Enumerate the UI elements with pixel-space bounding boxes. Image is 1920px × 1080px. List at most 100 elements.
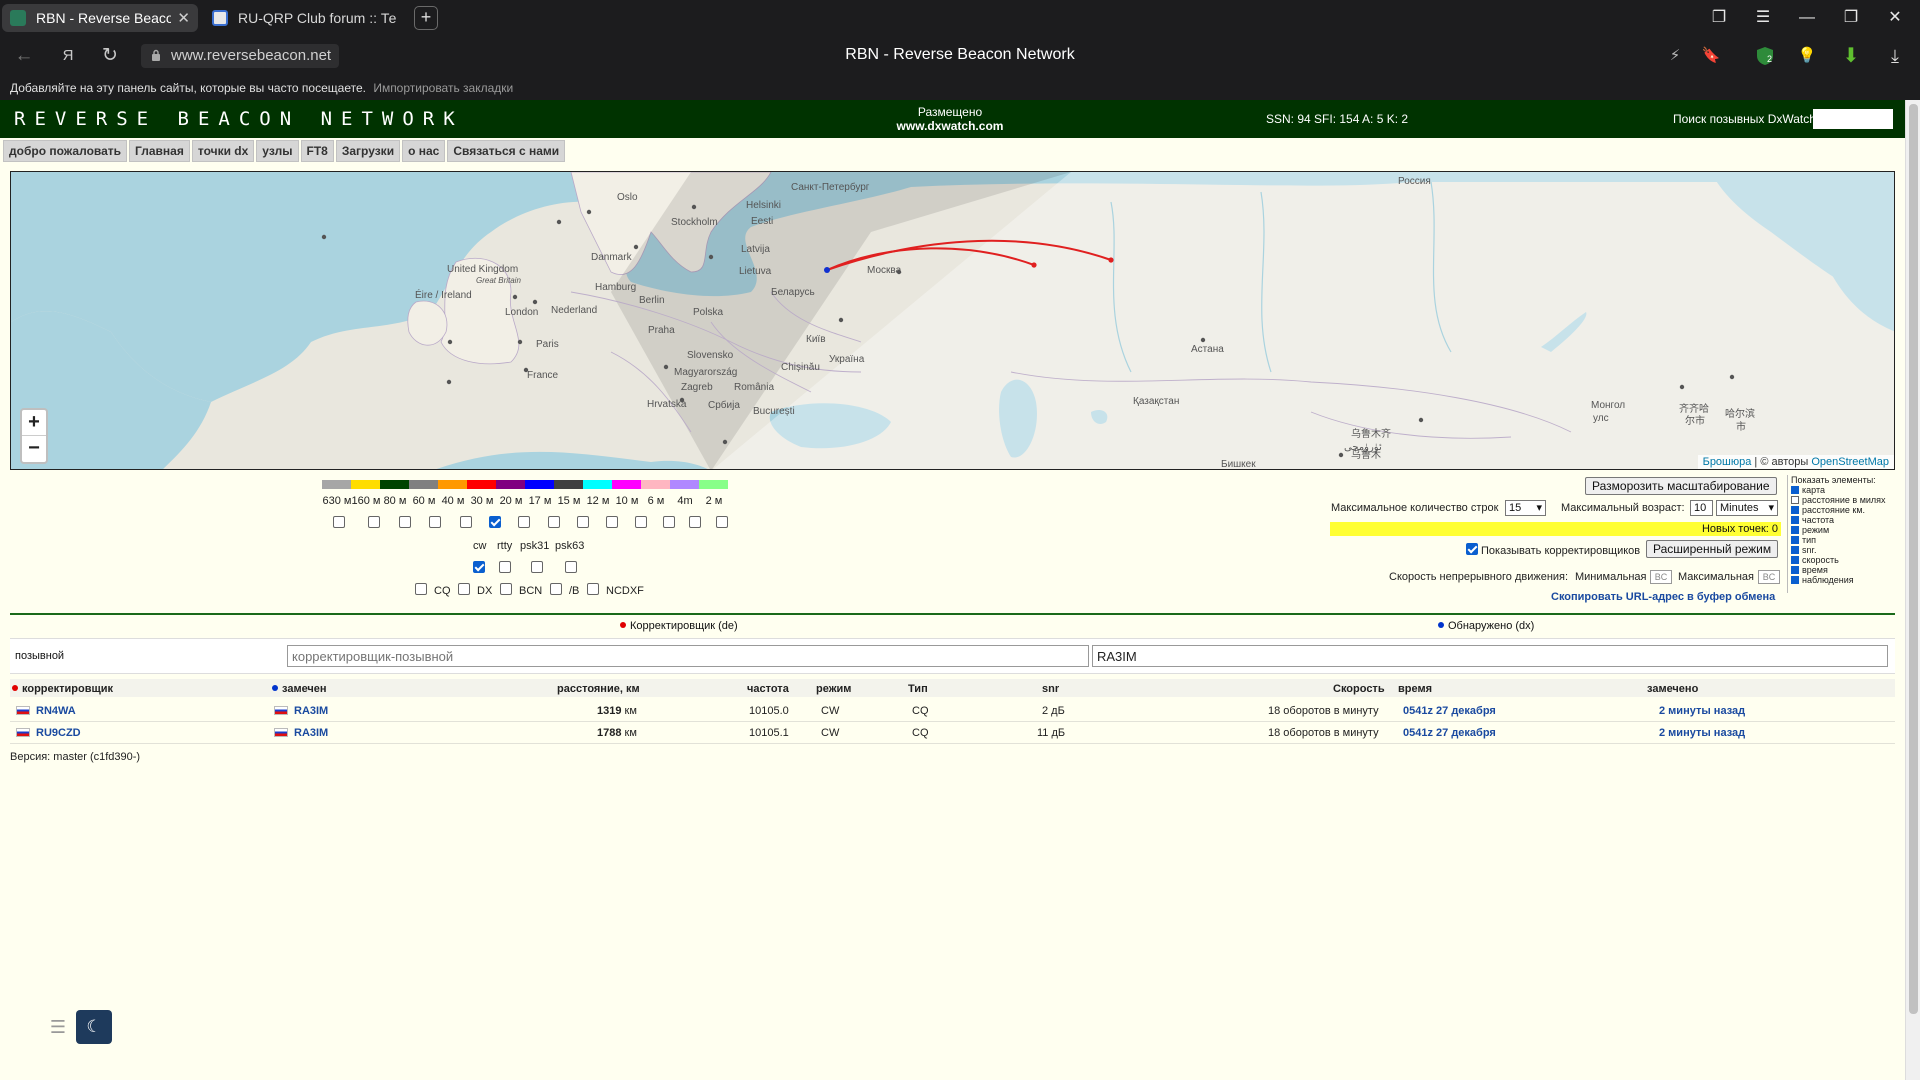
show-element-checkbox[interactable] [1791, 516, 1799, 524]
new-tab-button[interactable]: + [414, 6, 438, 30]
show-correctors-checkbox[interactable] [1466, 543, 1478, 555]
band-checkbox[interactable] [333, 516, 345, 528]
band-checkbox[interactable] [606, 516, 618, 528]
show-element-row[interactable]: время [1791, 565, 1899, 575]
dark-mode-moon-icon[interactable]: ☾ [76, 1010, 112, 1044]
band-checkbox[interactable] [399, 516, 411, 528]
minimize-icon[interactable]: — [1795, 8, 1819, 28]
bookmark-icon[interactable]: 🔖 [1700, 45, 1722, 67]
band-checkbox[interactable] [548, 516, 560, 528]
show-element-row[interactable]: расстояние км. [1791, 505, 1899, 515]
speed-min-input[interactable]: BC [1650, 570, 1672, 584]
leaflet-link[interactable]: Брошюра [1703, 456, 1752, 468]
bookmarks-panel-icon[interactable]: ❐ [1707, 8, 1731, 28]
downloads-icon[interactable]: ⤓ [1884, 45, 1906, 67]
mode-checkbox[interactable] [531, 561, 543, 573]
time-cell[interactable]: 0541z 27 декабря [1403, 727, 1496, 739]
show-element-checkbox[interactable] [1791, 506, 1799, 514]
menu-welcome[interactable]: добро пожаловать [3, 140, 128, 162]
col-time[interactable]: время [1398, 683, 1432, 695]
menu-ft8[interactable]: FT8 [300, 140, 334, 162]
menu-home[interactable]: Главная [129, 140, 190, 162]
show-element-checkbox[interactable] [1791, 556, 1799, 564]
dx-search-input[interactable] [1813, 109, 1893, 129]
type-checkbox[interactable] [587, 583, 599, 595]
show-element-checkbox[interactable] [1791, 496, 1799, 504]
copy-url-link[interactable]: Скопировать URL-адрес в буфер обмена [1551, 591, 1775, 603]
band-checkbox[interactable] [635, 516, 647, 528]
mode-checkbox[interactable] [565, 561, 577, 573]
show-element-row[interactable]: карта [1791, 485, 1899, 495]
max-age-input[interactable]: 10 [1690, 500, 1713, 516]
bulb-extension-icon[interactable]: 💡 [1796, 45, 1818, 67]
band-checkbox[interactable] [429, 516, 441, 528]
close-window-icon[interactable]: ✕ [1883, 8, 1907, 28]
col-spotted[interactable]: замечен [272, 683, 327, 695]
spotter-cell[interactable]: RN4WA [16, 705, 76, 717]
show-element-checkbox[interactable] [1791, 576, 1799, 584]
col-spotter[interactable]: корректировщик [12, 683, 113, 695]
spotter-callsign[interactable]: RU9CZD [36, 727, 81, 739]
type-checkbox[interactable] [415, 583, 427, 595]
col-seen[interactable]: замечено [1647, 683, 1698, 695]
spotter-marker[interactable] [1031, 262, 1037, 268]
menu-nodes[interactable]: узлы [256, 140, 299, 162]
tab-ruqrp[interactable]: RU-QRP Club forum :: Тема [204, 4, 404, 32]
close-tab-icon[interactable]: ✕ [177, 9, 190, 27]
max-rows-select[interactable]: 15 ▾ [1505, 500, 1546, 516]
type-checkbox[interactable] [550, 583, 562, 595]
show-element-row[interactable]: тип [1791, 535, 1899, 545]
translate-icon[interactable]: ⚡ [1664, 45, 1686, 67]
dx-callsign-input[interactable] [1092, 645, 1888, 667]
dx-cell[interactable]: RA3IM [274, 727, 328, 739]
show-element-row[interactable]: скорость [1791, 555, 1899, 565]
menu-about[interactable]: о нас [402, 140, 446, 162]
seen-cell[interactable]: 2 минуты назад [1659, 705, 1745, 717]
show-element-row[interactable]: режим [1791, 525, 1899, 535]
band-checkbox[interactable] [689, 516, 701, 528]
unfreeze-zoom-button[interactable]: Разморозить масштабирование [1585, 477, 1777, 495]
show-element-row[interactable]: частота [1791, 515, 1899, 525]
page-scrollbar[interactable] [1905, 100, 1920, 1080]
sponsor-block[interactable]: Размещено www.dxwatch.com [880, 105, 1020, 133]
hamburger-icon[interactable]: ☰ [45, 1012, 71, 1042]
band-checkbox[interactable] [518, 516, 530, 528]
show-element-row[interactable]: наблюдения [1791, 575, 1899, 585]
spotter-cell[interactable]: RU9CZD [16, 727, 81, 739]
col-snr[interactable]: snr [1042, 683, 1059, 695]
col-speed[interactable]: Скорость [1333, 683, 1385, 695]
menu-downloads[interactable]: Загрузки [335, 140, 401, 162]
time-cell[interactable]: 0541z 27 декабря [1403, 705, 1496, 717]
download-manager-icon[interactable]: ⬇ [1840, 45, 1862, 67]
col-mode[interactable]: режим [816, 683, 851, 695]
show-element-row[interactable]: расстояние в милях [1791, 495, 1899, 505]
max-age-unit-select[interactable]: Minutes ▾ [1716, 500, 1778, 516]
dx-cell[interactable]: RA3IM [274, 705, 328, 717]
zoom-out-button[interactable]: − [22, 436, 46, 462]
site-logo[interactable]: REVERSE BEACON NETWORK [14, 108, 464, 130]
spotter-callsign-input[interactable] [287, 645, 1089, 667]
advanced-mode-button[interactable]: Расширенный режим [1646, 540, 1779, 558]
spotter-callsign[interactable]: RN4WA [36, 705, 76, 717]
dx-marker[interactable] [824, 267, 830, 273]
show-element-checkbox[interactable] [1791, 536, 1799, 544]
zoom-in-button[interactable]: + [22, 410, 46, 436]
mode-checkbox[interactable] [473, 561, 485, 573]
mode-checkbox[interactable] [499, 561, 511, 573]
menu-contact[interactable]: Связаться с нами [447, 140, 566, 162]
band-checkbox[interactable] [460, 516, 472, 528]
restore-icon[interactable]: ❐ [1839, 8, 1863, 28]
seen-cell[interactable]: 2 минуты назад [1659, 727, 1745, 739]
col-type[interactable]: Тип [908, 683, 928, 695]
show-element-checkbox[interactable] [1791, 546, 1799, 554]
band-checkbox[interactable] [716, 516, 728, 528]
type-checkbox[interactable] [500, 583, 512, 595]
osm-link[interactable]: OpenStreetMap [1811, 456, 1889, 468]
tab-rbn[interactable]: RBN - Reverse Beacon N ✕ [2, 4, 198, 32]
type-checkbox[interactable] [458, 583, 470, 595]
spotter-marker[interactable] [1108, 257, 1114, 263]
band-checkbox[interactable] [489, 516, 501, 528]
band-checkbox[interactable] [577, 516, 589, 528]
dx-callsign[interactable]: RA3IM [294, 705, 328, 717]
col-distance[interactable]: расстояние, км [557, 683, 640, 695]
